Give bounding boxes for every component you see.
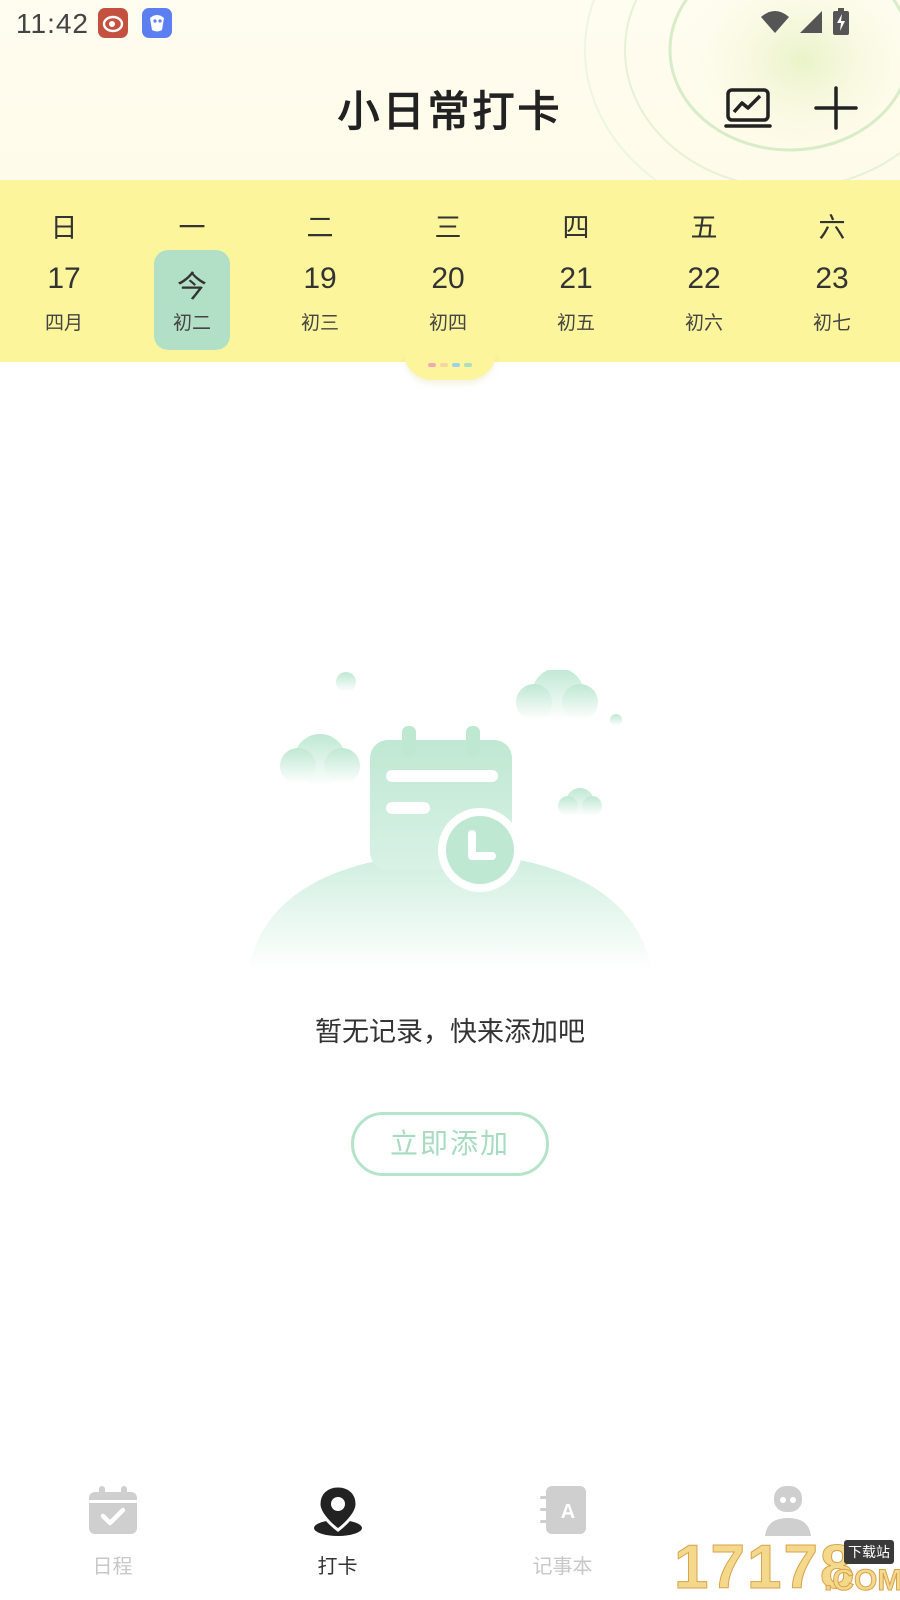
profile-icon (764, 1486, 811, 1536)
date-number: 23 (815, 262, 849, 295)
status-icons (760, 8, 850, 36)
nav-label: 打卡 (317, 1554, 358, 1578)
date-number: 22 (687, 262, 721, 295)
day-column[interactable]: 五 22 初六 (640, 180, 768, 362)
date-number: 今 (177, 271, 207, 304)
header: 11:42 小日常打卡 (0, 0, 900, 180)
plus-icon (814, 86, 858, 130)
weekday-label: 四 (562, 213, 590, 244)
watermark-suffix: .COM (823, 1564, 900, 1598)
date-cell[interactable]: 20 初四 (410, 250, 486, 350)
lunar-date: 初七 (812, 312, 851, 334)
date-number: 20 (431, 262, 465, 295)
date-cell[interactable]: 21 初五 (538, 250, 614, 350)
empty-calendar-illustration (248, 670, 652, 970)
day-column[interactable]: 二 19 初三 (256, 180, 384, 362)
day-column[interactable]: 六 23 初七 (768, 180, 896, 362)
app-notification-icon (142, 8, 172, 38)
weekday-label: 一 (178, 213, 206, 244)
weekday-label: 五 (690, 213, 718, 244)
svg-text:A: A (560, 1501, 574, 1523)
nav-checkin[interactable]: 打卡 (225, 1484, 450, 1594)
day-column[interactable]: 四 21 初五 (512, 180, 640, 362)
lunar-date: 初六 (684, 312, 723, 334)
nav-label: 日程 (92, 1554, 133, 1578)
date-cell-today[interactable]: 今 初二 (154, 250, 230, 350)
notebook-icon: A (539, 1486, 586, 1534)
week-calendar: 日 17 四月 一 今 初二 二 19 初三 三 20 初四 四 21 初五 五 (0, 180, 900, 362)
lunar-date: 初三 (300, 312, 339, 334)
date-cell[interactable]: 22 初六 (666, 250, 742, 350)
site-watermark: 17178 下载站 .COM (673, 1532, 900, 1600)
empty-message: 暂无记录，快来添加吧 (315, 1017, 585, 1048)
date-number: 21 (559, 262, 593, 295)
date-cell[interactable]: 17 四月 (26, 250, 102, 350)
weekday-label: 三 (434, 213, 462, 244)
nav-label: 记事本 (532, 1554, 593, 1578)
nav-schedule[interactable]: 日程 (0, 1484, 225, 1594)
calendar-check-icon (88, 1486, 137, 1534)
handle-dots (428, 363, 472, 367)
date-number: 17 (47, 262, 81, 295)
battery-icon (833, 8, 849, 35)
lunar-date: 初二 (172, 312, 211, 334)
day-column[interactable]: 三 20 初四 (384, 180, 512, 362)
map-pin-icon (313, 1484, 362, 1536)
lunar-date: 初四 (428, 312, 467, 334)
stats-button[interactable] (724, 84, 772, 132)
day-column[interactable]: 一 今 初二 (128, 180, 256, 362)
nav-notebook[interactable]: A 记事本 (450, 1484, 675, 1594)
signal-icon (800, 11, 822, 33)
lunar-date: 初五 (556, 312, 595, 334)
weekday-label: 六 (818, 213, 846, 244)
weekday-label: 二 (306, 213, 334, 244)
status-time: 11:42 (16, 8, 89, 39)
date-number: 19 (303, 262, 337, 295)
add-now-button[interactable]: 立即添加 (351, 1112, 549, 1176)
weekday-label: 日 (50, 213, 78, 244)
date-cell[interactable]: 23 初七 (794, 250, 870, 350)
date-cell[interactable]: 19 初三 (282, 250, 358, 350)
watermark-tag: 下载站 (844, 1540, 894, 1564)
day-column[interactable]: 日 17 四月 (0, 180, 128, 362)
lunar-date: 四月 (44, 312, 83, 334)
weibo-notification-icon (98, 8, 128, 38)
chart-icon (724, 88, 772, 128)
calendar-expand-handle[interactable] (404, 352, 496, 380)
add-button[interactable] (812, 84, 860, 132)
wifi-icon (761, 11, 789, 33)
